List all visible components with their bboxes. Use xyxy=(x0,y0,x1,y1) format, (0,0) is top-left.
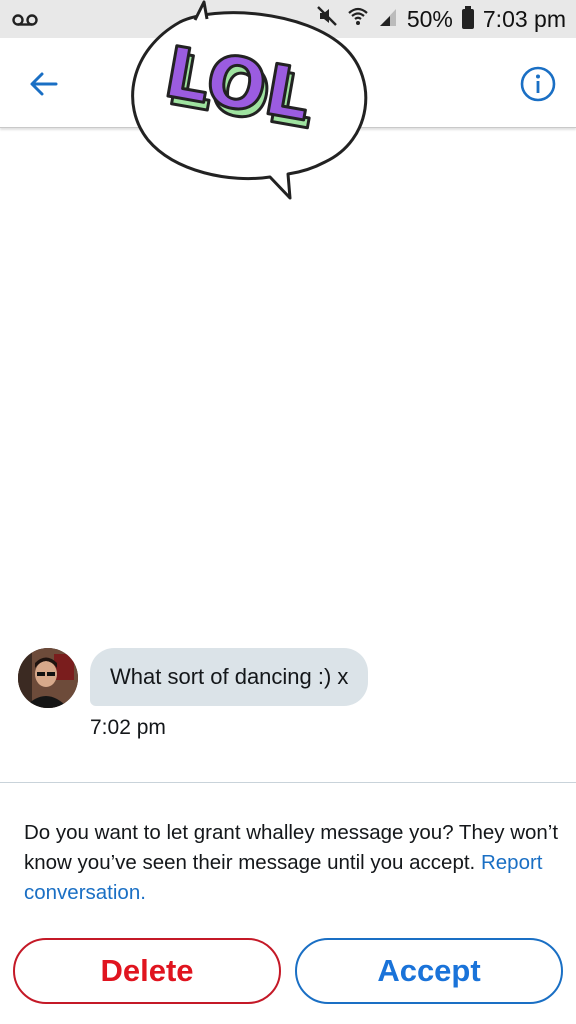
info-button[interactable] xyxy=(518,64,558,104)
back-button[interactable] xyxy=(22,62,66,106)
status-time: 7:03 pm xyxy=(482,5,566,32)
info-icon xyxy=(520,66,556,102)
battery-icon xyxy=(461,6,474,29)
avatar[interactable] xyxy=(18,648,78,708)
battery-percent: 50% xyxy=(406,5,453,32)
message-time: 7:02 pm xyxy=(90,716,166,739)
status-left xyxy=(12,6,38,33)
accept-button[interactable]: Accept xyxy=(295,938,563,1004)
lol-sticker: LOL LOL xyxy=(120,0,376,205)
message-text: What sort of dancing :) x xyxy=(110,664,349,689)
signal-icon xyxy=(378,6,398,33)
delete-button[interactable]: Delete xyxy=(13,938,281,1004)
message-request-prompt: Do you want to let grant whalley message… xyxy=(24,818,559,908)
back-arrow-icon xyxy=(30,72,58,96)
message-bubble[interactable]: What sort of dancing :) x xyxy=(90,648,369,706)
voicemail-icon xyxy=(12,6,38,33)
prompt-text: Do you want to let grant whalley message… xyxy=(24,821,559,874)
divider xyxy=(0,782,576,783)
